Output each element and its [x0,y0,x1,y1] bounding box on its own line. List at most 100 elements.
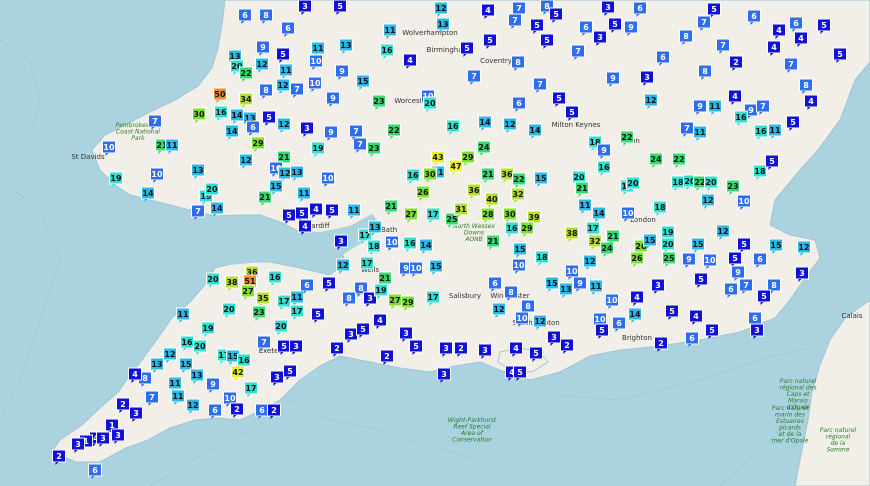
park-label: Wight-Parkhurst Reef Special Area of Conser… [448,417,497,444]
marker-value: 10 [704,256,716,265]
marker-value: 5 [329,206,335,215]
marker-value: 50 [214,90,226,99]
place-label: Milton Keynes [552,121,601,129]
marker-value: 11 [709,102,721,111]
marker-value: 15 [535,174,547,183]
marker-value: 5 [790,118,796,127]
marker-value: 23 [368,144,379,153]
marker-value: 12 [584,257,595,266]
marker-value: 5 [534,21,540,30]
marker-value: 16 [506,224,518,233]
marker-value: 5 [281,342,287,351]
marker-value: 14 [479,118,491,127]
marker-value: 16 [404,239,416,248]
marker-value: 10 [386,238,398,247]
marker-value: 24 [650,155,662,164]
marker-value: 7 [516,4,522,13]
marker-value: 12 [240,156,251,165]
marker-value: 3 [443,344,449,353]
park-label: Parc naturel marin des Estuaires picards et … [772,405,809,445]
marker-value: 7 [353,127,359,136]
marker-value: 9 [697,102,703,111]
marker-value: 8 [803,81,809,90]
marker-value: 42 [232,368,243,377]
marker-value: 5 [599,326,605,335]
marker-value: 14 [231,111,243,120]
marker-value: 5 [709,326,715,335]
marker-value: 21 [259,193,271,202]
marker-value: 3 [403,329,409,338]
marker-value: 20 [275,322,287,331]
marker-value: 4 [776,26,782,35]
marker-value: 6 [757,255,763,264]
marker-value: 7 [471,72,477,81]
marker-value: 30 [424,170,436,179]
marker-value: 7 [575,47,581,56]
marker-value: 15 [770,241,782,250]
marker-value: 2 [234,405,240,414]
marker-value: 21 [278,153,290,162]
marker-value: 12 [534,317,545,326]
place-label: Salisbury [449,292,481,300]
marker-value: 7 [684,124,690,133]
marker-value: 24 [601,244,613,253]
marker-value: 5 [266,113,272,122]
marker-value: 5 [761,292,767,301]
marker-value: 2 [458,344,464,353]
marker-value: 9 [330,94,336,103]
place-label: Coventry [480,57,512,65]
marker-value: 9 [610,74,616,83]
marker-value: 13 [437,20,448,29]
marker-value: 12 [798,243,809,252]
marker-value: 7 [743,281,749,290]
marker-value: 4 [485,6,491,15]
marker-value: 10 [224,394,236,403]
marker-value: 9 [260,43,266,52]
map-canvas[interactable]: WolverhamptonBirminghamCoventryWorcester… [0,0,870,486]
marker-value: 5 [337,2,343,11]
marker-value: 9 [601,146,607,155]
marker-value: 9 [735,268,741,277]
marker-value: 43 [432,153,443,162]
marker-value: 7 [149,393,155,402]
marker-value: 10 [322,174,334,183]
marker-value: 9 [628,23,634,32]
marker-value: 11 [312,44,324,53]
marker-value: 12 [279,169,290,178]
marker-value: 15 [270,182,282,191]
marker-value: 7 [537,80,543,89]
marker-value: 3 [605,3,611,12]
marker-value: 15 [357,77,369,86]
marker-value: 5 [286,211,292,220]
marker-value: 19 [662,228,674,237]
marker-value: 3 [348,330,354,339]
marker-value: 16 [447,122,459,131]
marker-value: 6 [492,279,498,288]
marker-value: 17 [427,293,438,302]
marker-value: 27 [405,210,416,219]
marker-value: 11 [348,206,360,215]
marker-value: 5 [741,240,747,249]
marker-value: 6 [516,99,522,108]
marker-value: 30 [504,210,516,219]
marker-value: 2 [271,406,277,415]
marker-value: 10 [606,296,618,305]
marker-value: 2 [334,344,340,353]
marker-value: 20 [206,185,218,194]
place-label: St Davids [71,153,105,161]
marker-value: 6 [793,19,799,28]
marker-value: 7 [261,338,267,347]
marker-value: 8 [683,32,689,41]
marker-value: 26 [417,188,429,197]
marker-value: 5 [533,349,539,358]
marker-value: 14 [142,189,154,198]
marker-value: 7 [512,16,518,25]
marker-value: 16 [735,113,747,122]
marker-value: 23 [373,97,384,106]
marker-value: 6 [583,23,589,32]
marker-value: 5 [556,94,562,103]
marker-value: 35 [257,294,269,303]
marker-value: 6 [242,11,248,20]
marker-value: 11 [291,293,303,302]
marker-value: 14 [593,209,605,218]
